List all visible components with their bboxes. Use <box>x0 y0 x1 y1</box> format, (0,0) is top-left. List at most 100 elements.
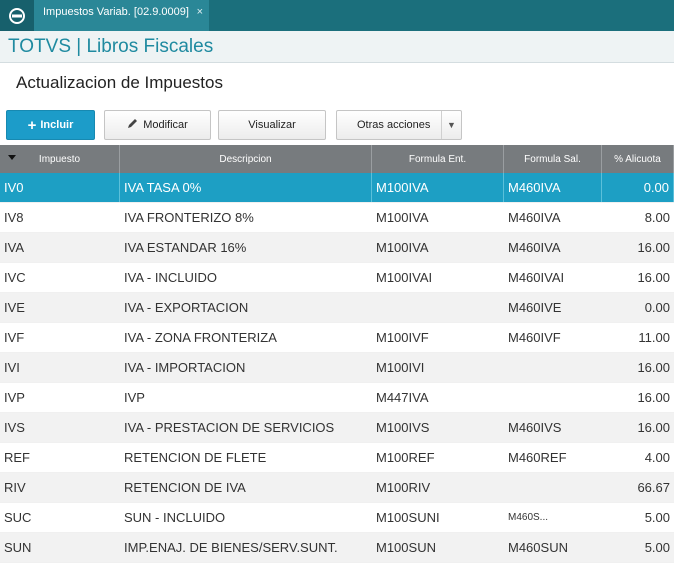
incluir-button[interactable]: + Incluir <box>6 110 95 140</box>
otras-acciones-button[interactable]: Otras acciones ▼ <box>336 110 462 140</box>
sort-indicator-icon <box>8 155 16 160</box>
table-cell: M460S... <box>508 512 549 523</box>
tab-title: Impuestos Variab. [02.9.0009] <box>43 6 189 18</box>
table-cell: M100IVF <box>376 330 429 345</box>
table-cell: M100SUN <box>376 540 436 555</box>
header-formula-sal[interactable]: Formula Sal. <box>504 145 602 173</box>
header-formula-ent[interactable]: Formula Ent. <box>372 145 504 173</box>
table-cell: IMP.ENAJ. DE BIENES/SERV.SUNT. <box>124 540 338 555</box>
table-row[interactable]: SUN IMP.ENAJ. DE BIENES/SERV.SUNT. M100SUN… <box>0 533 674 563</box>
table-cell: M447IVA <box>376 390 429 405</box>
tab-impuestos-variab[interactable]: Impuestos Variab. [02.9.0009] × <box>34 0 209 31</box>
table-row[interactable]: IV8 IVA FRONTERIZO 8% M100IVA M460IVA 8.00 <box>0 203 674 233</box>
table-cell: IVA ESTANDAR 16% <box>124 240 247 255</box>
impuestos-grid: Impuesto Descripcion Formula Ent. Formul… <box>0 145 674 563</box>
table-cell: M460IVF <box>508 330 561 345</box>
table-cell: 16.00 <box>637 390 670 405</box>
table-cell: IV8 <box>4 210 24 225</box>
table-row[interactable]: IVI IVA - IMPORTACION M100IVI 16.00 <box>0 353 674 383</box>
table-cell: M100REF <box>376 450 435 465</box>
table-row[interactable]: IVS IVA - PRESTACION DE SERVICIOS M100IVS M… <box>0 413 674 443</box>
totvs-logo-icon[interactable] <box>0 0 34 31</box>
grid-header: Impuesto Descripcion Formula Ent. Formul… <box>0 145 674 173</box>
table-cell: IVP <box>124 390 145 405</box>
table-row[interactable]: IV0 IVA TASA 0% M100IVA M460IVA 0.00 <box>0 173 674 203</box>
table-cell: IVP <box>4 390 25 405</box>
table-cell: M100IVA <box>376 210 429 225</box>
table-cell: IV0 <box>0 173 120 202</box>
table-cell: M460REF <box>508 450 567 465</box>
table-cell: 11.00 <box>638 330 670 345</box>
table-cell: M100IVA <box>376 240 429 255</box>
table-cell: SUN <box>4 540 32 555</box>
table-cell: IVA - IMPORTACION <box>124 360 246 375</box>
top-bar: Impuestos Variab. [02.9.0009] × <box>0 0 674 31</box>
otras-acciones-label: Otras acciones <box>357 119 431 131</box>
table-cell: IVA - INCLUIDO <box>124 270 217 285</box>
table-cell: REF <box>4 450 30 465</box>
table-cell: M460IVA <box>504 173 602 202</box>
pencil-icon <box>127 118 138 132</box>
table-cell: 5.00 <box>644 540 670 555</box>
table-cell: SUC <box>4 510 32 525</box>
table-cell: M100IVI <box>376 360 425 375</box>
app-title: TOTVS | Libros Fiscales <box>0 31 674 63</box>
table-cell: M100SUNI <box>376 510 440 525</box>
table-row[interactable]: REF RETENCION DE FLETE M100REF M460REF 4.00 <box>0 443 674 473</box>
table-row[interactable]: IVE IVA - EXPORTACION M460IVE 0.00 <box>0 293 674 323</box>
header-descripcion[interactable]: Descripcion <box>120 145 372 173</box>
modificar-label: Modificar <box>143 119 188 131</box>
table-cell: IVA TASA 0% <box>120 173 372 202</box>
table-cell: M460SUN <box>508 540 568 555</box>
table-cell: IVA - EXPORTACION <box>124 300 249 315</box>
table-cell: IVE <box>4 300 25 315</box>
table-cell: 0.00 <box>644 300 670 315</box>
table-cell: SUN - INCLUIDO <box>124 510 226 525</box>
table-cell: M460IVA <box>508 240 561 255</box>
table-cell: M460IVA <box>508 210 561 225</box>
table-cell: 5.00 <box>644 510 670 525</box>
table-row[interactable]: RIV RETENCION DE IVA M100RIV 66.67 <box>0 473 674 503</box>
table-cell: RETENCION DE IVA <box>124 480 246 495</box>
page-title: Actualizacion de Impuestos <box>16 73 223 92</box>
table-cell: M100IVA <box>372 173 504 202</box>
close-icon[interactable]: × <box>197 0 203 25</box>
table-cell: 8.00 <box>644 210 670 225</box>
plus-icon: + <box>27 116 37 134</box>
table-row[interactable]: IVP IVP M447IVA 16.00 <box>0 383 674 413</box>
table-cell: 16.00 <box>637 240 670 255</box>
table-cell: IVA - ZONA FRONTERIZA <box>124 330 277 345</box>
table-cell <box>372 293 504 322</box>
table-cell: IVA - PRESTACION DE SERVICIOS <box>124 420 335 435</box>
table-cell: IVS <box>4 420 25 435</box>
table-row[interactable]: SUC SUN - INCLUIDO M100SUNI M460S... 5.00 <box>0 503 674 533</box>
table-row[interactable]: IVA IVA ESTANDAR 16% M100IVA M460IVA 16.00 <box>0 233 674 263</box>
table-cell: RIV <box>4 480 26 495</box>
header-impuesto[interactable]: Impuesto <box>0 145 120 173</box>
table-cell <box>504 383 602 412</box>
table-row[interactable]: IVF IVA - ZONA FRONTERIZA M100IVF M460IVF 11… <box>0 323 674 353</box>
table-cell: 0.00 <box>602 173 674 202</box>
table-cell: 16.00 <box>637 420 670 435</box>
table-cell: IVA FRONTERIZO 8% <box>124 210 254 225</box>
table-cell: 66.67 <box>637 480 670 495</box>
table-cell: 16.00 <box>637 270 670 285</box>
table-cell: IVA <box>4 240 24 255</box>
header-alicuota[interactable]: % Alicuota <box>602 145 674 173</box>
table-cell: IVF <box>4 330 25 345</box>
table-row[interactable]: IVC IVA - INCLUIDO M100IVAI M460IVAI 16.00 <box>0 263 674 293</box>
table-cell: M100IVS <box>376 420 430 435</box>
chevron-down-icon[interactable]: ▼ <box>441 111 461 139</box>
table-cell: RETENCION DE FLETE <box>124 450 267 465</box>
table-cell: M100IVAI <box>376 270 433 285</box>
visualizar-button[interactable]: Visualizar <box>218 110 326 140</box>
table-cell: IVC <box>4 270 26 285</box>
table-cell: IVI <box>4 360 20 375</box>
table-cell: 4.00 <box>644 450 670 465</box>
table-cell <box>504 473 602 502</box>
modificar-button[interactable]: Modificar <box>104 110 211 140</box>
table-cell: M460IVAI <box>508 270 565 285</box>
table-cell: 16.00 <box>637 360 670 375</box>
table-cell: M100RIV <box>376 480 431 495</box>
table-cell: M460IVS <box>508 420 562 435</box>
